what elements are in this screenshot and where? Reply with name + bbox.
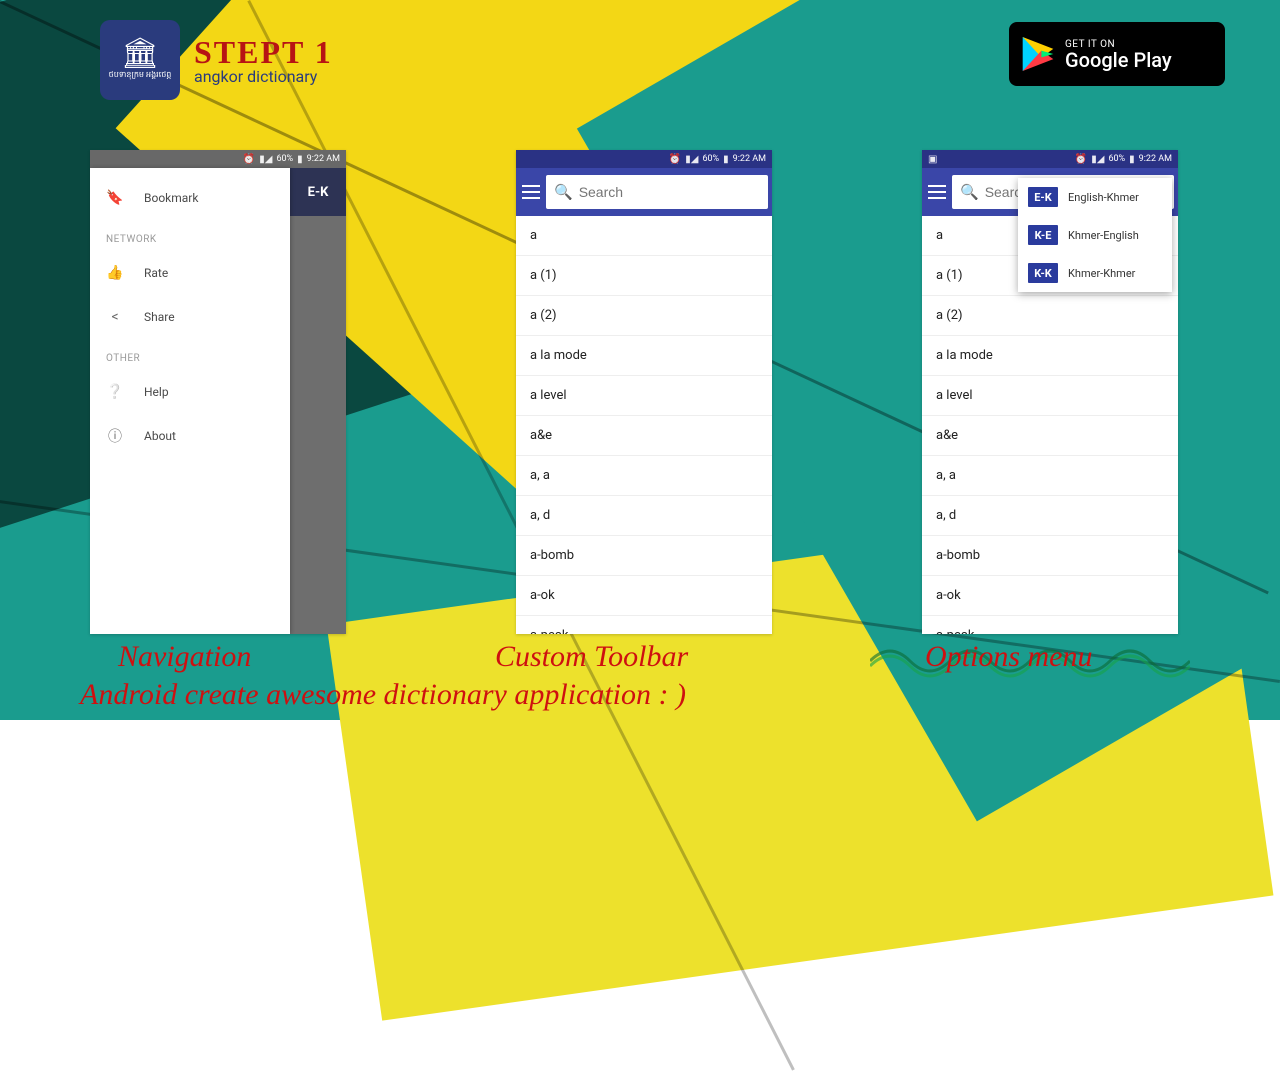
word-list[interactable]: aa (1)a (2)a la modea levela&ea, aa, da-… (516, 216, 772, 634)
caption-footer: Android create awesome dictionary applic… (80, 678, 686, 712)
lang-badge-icon: K-E (1028, 225, 1058, 245)
status-time: 9:22 AM (1139, 154, 1172, 164)
signal-icon: ▮◢ (1091, 154, 1104, 165)
word-row[interactable]: a&e (516, 416, 772, 456)
angkor-icon: 🏛 (121, 39, 159, 69)
app-bar: 🔍 E-K (516, 168, 772, 216)
word-row[interactable]: a-bomb (516, 536, 772, 576)
caption-toolbar: Custom Toolbar (495, 640, 688, 674)
phone-toolbar: ⏰ ▮◢ 60% ▮ 9:22 AM 🔍 E-K aa (1)a (2)a la… (516, 150, 772, 634)
dropdown-label: Khmer-Khmer (1068, 267, 1135, 280)
status-bar: ⏰ ▮◢ 60% ▮ 9:22 AM (516, 150, 772, 168)
drawer-item-share[interactable]: < Share (90, 295, 290, 339)
share-icon: < (106, 309, 124, 325)
word-row[interactable]: a-ok (922, 576, 1178, 616)
dropdown-label: English-Khmer (1068, 191, 1139, 204)
status-battery: 60% (1108, 154, 1125, 164)
drawer-item-rate[interactable]: 👍 Rate (90, 251, 290, 295)
drawer-section-network: NETWORK (90, 220, 290, 251)
word-row[interactable]: a&e (922, 416, 1178, 456)
caption-navigation: Navigation (118, 640, 251, 674)
word-row[interactable]: a-bomb (922, 536, 1178, 576)
help-icon: ❔ (106, 384, 124, 400)
word-row[interactable]: a (1) (516, 256, 772, 296)
word-row[interactable]: a, d (922, 496, 1178, 536)
phone-options: ▣ ⏰ ▮◢ 60% ▮ 9:22 AM 🔍 E-K aa (1)a (2)a … (922, 150, 1178, 634)
alarm-icon: ⏰ (243, 154, 255, 165)
search-input[interactable] (579, 184, 760, 200)
status-time: 9:22 AM (733, 154, 766, 164)
signal-icon: ▮◢ (259, 154, 272, 165)
app-logo-tile: 🏛 ថបទានុក្រម អង្គរថេព្ភ (100, 20, 180, 100)
bookmark-icon: 🔖 (106, 190, 124, 206)
battery-icon: ▮ (723, 154, 729, 165)
drawer-label: About (144, 429, 176, 443)
app-logo-block: 🏛 ថបទានុក្រម អង្គរថេព្ភ STEPT 1 angkor d… (100, 20, 333, 100)
word-row[interactable]: a level (922, 376, 1178, 416)
drawer-section-other: OTHER (90, 339, 290, 370)
status-battery: 60% (702, 154, 719, 164)
status-battery: 60% (276, 154, 293, 164)
status-bar: ⏰ ▮◢ 60% ▮ 9:22 AM (90, 150, 346, 168)
dropdown-option[interactable]: K-E Khmer-English (1018, 216, 1172, 254)
status-bar: ▣ ⏰ ▮◢ 60% ▮ 9:22 AM (922, 150, 1178, 168)
word-row[interactable]: a, d (516, 496, 772, 536)
word-row[interactable]: a la mode (922, 336, 1178, 376)
word-row[interactable]: a, a (922, 456, 1178, 496)
page-subtitle: angkor dictionary (194, 67, 333, 86)
word-row[interactable]: a, a (516, 456, 772, 496)
alarm-icon: ⏰ (1075, 154, 1087, 165)
phone-navigation: ⏰ ▮◢ 60% ▮ 9:22 AM E-K 🔖 Bookmark NETWOR… (90, 150, 346, 634)
navigation-drawer: 🔖 Bookmark NETWORK 👍 Rate < Share OTHER … (90, 168, 290, 634)
word-row[interactable]: a-peak (516, 616, 772, 634)
drawer-label: Share (144, 310, 175, 324)
search-icon: 🔍 (554, 183, 573, 201)
dropdown-label: Khmer-English (1068, 229, 1139, 242)
battery-icon: ▮ (1129, 154, 1135, 165)
status-time: 9:22 AM (307, 154, 340, 164)
word-row[interactable]: a la mode (516, 336, 772, 376)
signal-icon: ▮◢ (685, 154, 698, 165)
word-row[interactable]: a level (516, 376, 772, 416)
gplay-big-text: Google Play (1065, 50, 1172, 70)
battery-icon: ▮ (297, 154, 303, 165)
word-row[interactable]: a (2) (516, 296, 772, 336)
dropdown-option[interactable]: K-K Khmer-Khmer (1018, 254, 1172, 292)
options-dropdown: E-K English-Khmer K-E Khmer-English K-K Khmer… (1018, 178, 1172, 292)
alarm-icon: ⏰ (669, 154, 681, 165)
info-icon: ⓘ (106, 426, 124, 446)
drawer-item-bookmark[interactable]: 🔖 Bookmark (90, 176, 290, 220)
google-play-icon (1021, 35, 1055, 73)
dropdown-option[interactable]: E-K English-Khmer (1018, 178, 1172, 216)
scrim (290, 216, 346, 634)
thumbs-up-icon: 👍 (106, 265, 124, 281)
menu-button[interactable] (928, 180, 946, 204)
lang-badge-icon: E-K (1028, 187, 1058, 207)
word-row[interactable]: a (2) (922, 296, 1178, 336)
search-box[interactable]: 🔍 (546, 175, 768, 209)
mode-badge-behind[interactable]: E-K (290, 168, 346, 216)
menu-button[interactable] (522, 180, 540, 204)
lang-badge-icon: K-K (1028, 263, 1058, 283)
drawer-item-help[interactable]: ❔ Help (90, 370, 290, 414)
drawer-label: Help (144, 385, 169, 399)
drawer-label: Bookmark (144, 191, 198, 205)
caption-options: Options menu (925, 640, 1093, 674)
page-title: STEPT 1 (194, 34, 333, 71)
word-row[interactable]: a-peak (922, 616, 1178, 634)
word-row[interactable]: a-ok (516, 576, 772, 616)
word-row[interactable]: a (516, 216, 772, 256)
google-play-badge[interactable]: GET IT ON Google Play (1009, 22, 1225, 86)
search-icon: 🔍 (960, 183, 979, 201)
logo-subtext: ថបទានុក្រម អង្គរថេព្ភ (109, 69, 172, 81)
drawer-item-about[interactable]: ⓘ About (90, 414, 290, 458)
drawer-label: Rate (144, 266, 168, 280)
screenshot-icon: ▣ (928, 154, 937, 165)
